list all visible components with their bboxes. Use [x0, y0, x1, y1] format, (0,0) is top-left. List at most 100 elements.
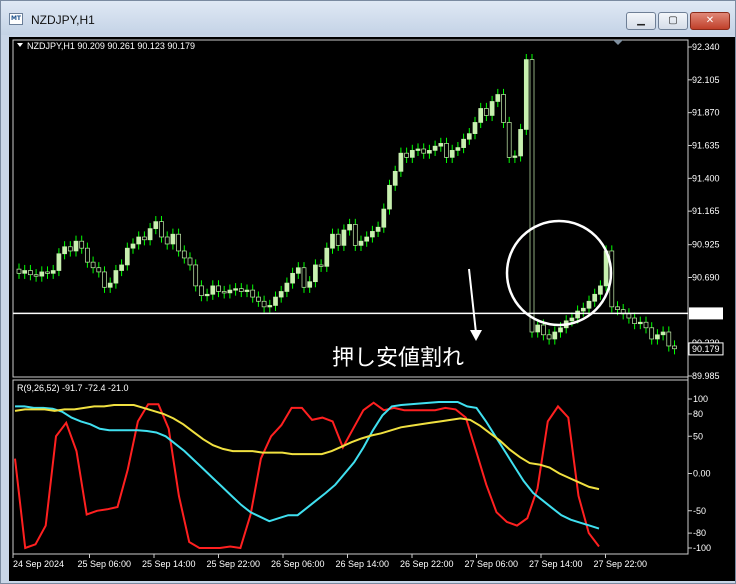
price-tick-label: 90.925: [692, 240, 720, 250]
candle-body: [518, 129, 523, 157]
candle-body: [96, 267, 102, 273]
candle-body: [535, 324, 541, 333]
candle-body: [501, 94, 506, 123]
candle-body: [392, 170, 398, 186]
candle-body: [637, 321, 643, 325]
candle-body: [666, 331, 672, 347]
candle-body: [375, 226, 381, 232]
candle-body: [478, 108, 484, 123]
candle-body: [569, 317, 575, 322]
window-title: NZDJPY,H1: [31, 13, 95, 27]
price-tick-label: 91.870: [692, 108, 720, 118]
candle-body: [73, 240, 79, 252]
candle-body: [660, 331, 666, 336]
osc-tick-label: -80: [693, 528, 706, 538]
candle-body: [455, 147, 461, 151]
candle-body: [181, 250, 187, 259]
price-chart[interactable]: NZDJPY,H1 90.209 90.261 90.123 90.179 92…: [9, 37, 735, 581]
candle-body: [199, 285, 204, 297]
candle-body: [655, 334, 660, 340]
candle-body: [398, 152, 404, 172]
candle-body: [79, 240, 85, 249]
candle-body: [176, 233, 181, 252]
maximize-button[interactable]: ▢: [658, 12, 688, 30]
candle-body: [119, 264, 124, 271]
chart-window: MT NZDJPY,H1 ▁ ▢ ✕ NZDJPY,H1 90.209 90.2…: [0, 0, 736, 584]
candle-body: [472, 122, 478, 134]
candle-body: [33, 274, 39, 277]
time-tick-label: 26 Sep 22:00: [400, 559, 454, 569]
price-tick-label: 90.179: [692, 344, 720, 354]
title-bar[interactable]: MT NZDJPY,H1 ▁ ▢ ✕: [1, 1, 735, 35]
candle-body: [267, 305, 273, 308]
candle-body: [586, 300, 592, 309]
osc-tick-label: 50: [693, 431, 703, 441]
candle-body: [85, 247, 90, 263]
close-button[interactable]: ✕: [690, 12, 730, 30]
candle-body: [643, 321, 649, 329]
candle-body: [210, 285, 216, 295]
chart-area[interactable]: NZDJPY,H1 90.209 90.261 90.123 90.179 92…: [9, 37, 735, 581]
price-tick-label: 91.635: [692, 140, 720, 150]
minimize-button[interactable]: ▁: [626, 12, 656, 30]
candle-body: [484, 108, 489, 116]
candle-body: [136, 236, 142, 245]
price-tick-label: 91.400: [692, 173, 720, 183]
candle-body: [221, 291, 227, 294]
candle-body: [421, 148, 427, 154]
candle-body: [546, 334, 552, 340]
candle-body: [187, 257, 193, 266]
candle-body: [370, 231, 375, 238]
candle-body: [39, 271, 45, 277]
candle-body: [335, 233, 341, 246]
annotation-text: 押し安値割れ: [332, 346, 464, 371]
candle-body: [238, 288, 244, 292]
candle-body: [90, 261, 96, 269]
candle-body: [558, 327, 563, 333]
maximize-icon: ▢: [668, 15, 678, 26]
candle-body: [261, 300, 267, 308]
candle-body: [506, 122, 512, 158]
candle-body: [295, 267, 301, 274]
candle-body: [313, 264, 318, 283]
candle-body: [444, 143, 449, 158]
candle-body: [22, 270, 28, 274]
candle-body: [193, 264, 199, 287]
candle-body: [307, 281, 313, 288]
price-tick-label: 90.433: [692, 308, 720, 318]
candle-body: [130, 243, 136, 249]
price-tick-label: 90.690: [692, 273, 720, 283]
candle-body: [495, 94, 501, 102]
candle-body: [142, 236, 147, 241]
candle-body: [404, 152, 409, 158]
candle-body: [409, 150, 415, 158]
candle-body: [159, 221, 164, 238]
candle-body: [62, 246, 67, 255]
candle-body: [427, 150, 432, 154]
candle-body: [45, 271, 50, 274]
time-tick-label: 24 Sep 2024: [13, 559, 64, 569]
candle-body: [290, 272, 295, 284]
chart-window-icon: MT: [9, 13, 23, 25]
candle-body: [216, 285, 221, 292]
time-tick-label: 27 Sep 06:00: [465, 559, 519, 569]
candle-body: [278, 291, 284, 298]
candle-body: [341, 229, 347, 246]
candle-body: [170, 233, 176, 245]
candle-body: [56, 253, 62, 271]
indicator-info: R(9,26,52) -91.7 -72.4 -21.0: [17, 383, 129, 393]
candle-body: [318, 264, 324, 267]
candle-body: [466, 133, 472, 140]
candle-body: [523, 59, 529, 130]
candle-body: [204, 293, 210, 297]
candle-body: [16, 268, 22, 274]
osc-tick-label: 0.00: [693, 469, 711, 479]
candle-body: [324, 247, 330, 267]
candle-body: [358, 240, 364, 246]
price-tick-label: 89.985: [692, 371, 720, 381]
candle-body: [626, 313, 632, 319]
candle-body: [153, 221, 159, 229]
candle-body: [273, 296, 278, 306]
candle-body: [580, 307, 586, 312]
candle-body: [649, 327, 655, 340]
